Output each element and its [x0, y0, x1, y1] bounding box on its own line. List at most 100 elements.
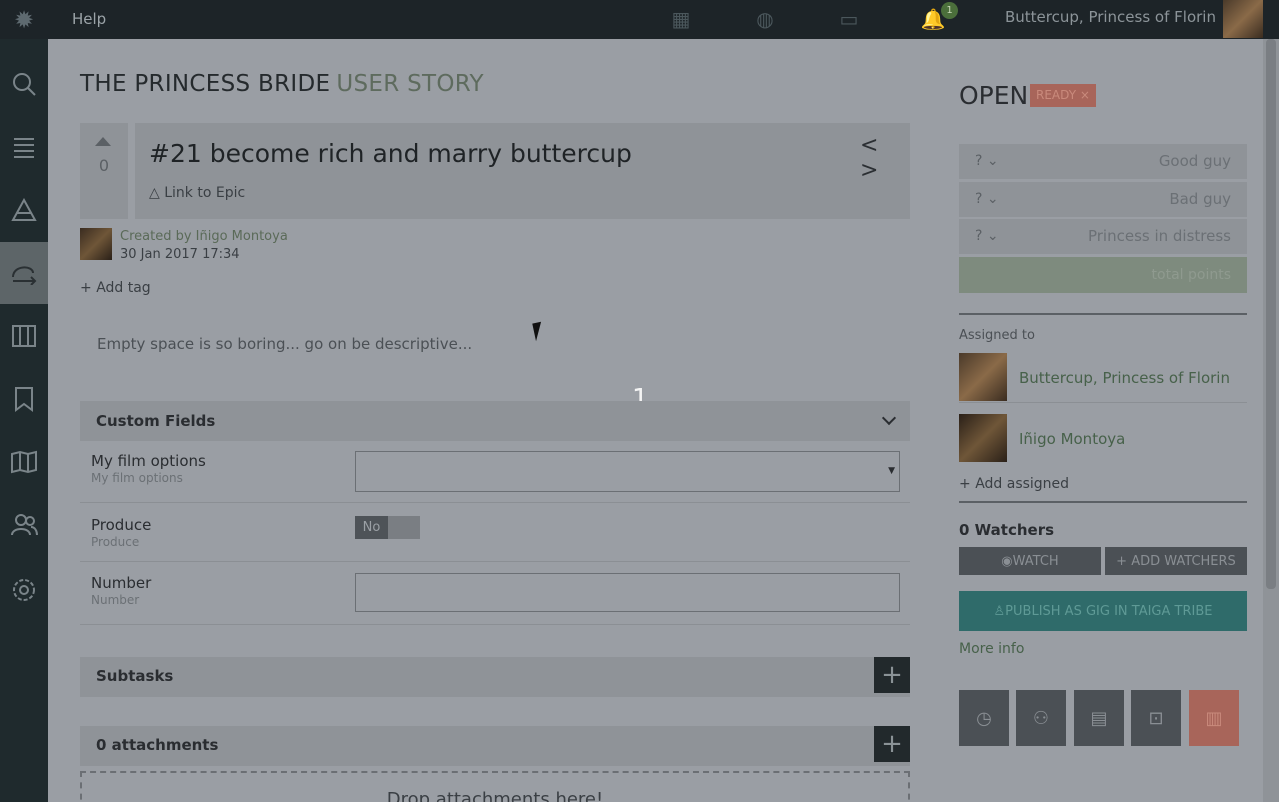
divider [959, 501, 1247, 503]
ready-badge[interactable]: READY × [1030, 84, 1096, 107]
clipboard-icon[interactable]: ▤ [1074, 690, 1124, 746]
prev-next-arrows[interactable]: < > [860, 133, 910, 183]
trash-icon[interactable]: ▥ [1189, 690, 1239, 746]
backlog-icon[interactable] [0, 116, 48, 178]
custom-field-produce: Produce Produce No [80, 503, 910, 562]
custom-field-sublabel: Produce [91, 535, 140, 549]
close-icon[interactable]: × [1080, 88, 1090, 102]
role-points-value: ? ⌄ [975, 191, 999, 207]
status-label[interactable]: OPEN [959, 81, 1028, 110]
subtasks-section: Subtasks + [80, 657, 910, 697]
attachments-section: 0 attachments + [80, 726, 910, 766]
add-assigned-button[interactable]: + Add assigned [959, 476, 1069, 492]
scrollbar[interactable] [1263, 39, 1279, 802]
globe-icon[interactable]: ◍ [752, 6, 778, 32]
project-name[interactable]: THE PRINCESS BRIDE [80, 71, 330, 97]
role-points-princess[interactable]: ? ⌄ Princess in distress [959, 219, 1247, 254]
settings-gear-icon[interactable] [0, 559, 48, 621]
assignee-item[interactable]: Iñigo Montoya [959, 414, 1247, 464]
kanban-icon[interactable] [0, 305, 48, 367]
attachments-title: 0 attachments [96, 736, 219, 754]
sprints-icon[interactable] [0, 242, 48, 304]
creator-avatar [80, 228, 112, 260]
add-attachment-button[interactable]: + [874, 726, 910, 762]
issues-bookmark-icon[interactable] [0, 368, 48, 430]
ready-badge-label: READY [1036, 88, 1077, 102]
publish-label: PUBLISH AS GIG IN TAIGA TRIBE [1005, 603, 1213, 619]
assign-to-me-icon[interactable]: ⚇ [1016, 690, 1066, 746]
link-to-epic-label: Link to Epic [164, 185, 246, 201]
role-name: Bad guy [1169, 190, 1231, 208]
wiki-book-icon[interactable] [0, 431, 48, 493]
taiga-logo-icon[interactable]: ✹ [0, 0, 48, 39]
lock-icon[interactable]: ⊡ [1131, 690, 1181, 746]
help-link[interactable]: Help [72, 10, 106, 28]
top-bar: ✹ Help ▦ ◍ ▭ 🔔 1 Buttercup, Princess of … [0, 0, 1279, 39]
link-to-epic[interactable]: △ Link to Epic [149, 185, 245, 201]
user-name[interactable]: Buttercup, Princess of Florin [1005, 8, 1216, 26]
description-placeholder[interactable]: Empty space is so boring... go on be des… [97, 335, 472, 353]
team-icon[interactable] [0, 494, 48, 556]
scrollbar-thumb[interactable] [1266, 39, 1276, 589]
chevron-down-icon[interactable] [881, 410, 897, 426]
custom-field-film-options: My film options My film options ▼ [80, 441, 910, 503]
role-name: Princess in distress [1087, 227, 1231, 245]
created-by[interactable]: Created by Iñigo Montoya [120, 229, 288, 244]
epic-triangle-icon: △ [149, 185, 165, 201]
main-content: THE PRINCESS BRIDE USER STORY 0 #21 becom… [48, 39, 1263, 802]
eye-icon: ◉ [1001, 553, 1013, 569]
assignee-item[interactable]: Buttercup, Princess of Florin [959, 353, 1247, 403]
title-box: #21 become rich and marry buttercup < > … [135, 123, 910, 219]
story-header: 0 #21 become rich and marry buttercup < … [80, 123, 910, 219]
publish-tribe-button[interactable]: ♙ PUBLISH AS GIG IN TAIGA TRIBE [959, 591, 1247, 631]
more-info-link[interactable]: More info [959, 641, 1024, 657]
total-points: total points [959, 257, 1247, 293]
role-points-value: ? ⌄ [975, 228, 999, 244]
film-options-select[interactable]: ▼ [355, 451, 900, 492]
user-avatar[interactable] [1223, 0, 1263, 38]
upvote-arrow-icon[interactable] [95, 137, 111, 146]
custom-fields-header[interactable]: Custom Fields [80, 401, 910, 441]
item-kind: USER STORY [336, 71, 484, 97]
add-assigned-label: Add assigned [975, 476, 1070, 492]
toggle-value: No [355, 516, 388, 539]
role-points-bad-guy[interactable]: ? ⌄ Bad guy [959, 182, 1247, 217]
assigned-to-label: Assigned to [959, 328, 1035, 343]
dropzone-text: Drop attachments here! [386, 789, 604, 802]
custom-fields-title: Custom Fields [96, 412, 216, 430]
number-input[interactable] [355, 573, 900, 612]
add-tag-label: Add tag [96, 280, 151, 296]
epics-icon[interactable] [0, 179, 48, 241]
plus-icon: + [80, 280, 97, 296]
search-icon[interactable] [0, 53, 48, 115]
add-subtask-button[interactable]: + [874, 657, 910, 693]
role-points-good-guy[interactable]: ? ⌄ Good guy [959, 144, 1247, 179]
avatar [959, 414, 1007, 462]
notification-badge: 1 [941, 2, 958, 19]
add-tag-button[interactable]: + Add tag [80, 280, 151, 296]
assignee-name: Buttercup, Princess of Florin [1019, 369, 1230, 387]
watch-button[interactable]: ◉ WATCH [959, 547, 1101, 575]
apps-grid-icon[interactable]: ▦ [668, 6, 694, 32]
clock-icon[interactable]: ◷ [959, 690, 1009, 746]
vote-box: 0 [80, 123, 128, 219]
role-points-value: ? ⌄ [975, 153, 999, 169]
select-caret-icon: ▼ [888, 466, 895, 476]
attachments-dropzone[interactable]: Drop attachments here! [80, 771, 910, 802]
sidebar [0, 39, 48, 802]
custom-field-sublabel: Number [91, 593, 140, 607]
watchers-title: 0 Watchers [959, 521, 1055, 539]
vote-count: 0 [98, 156, 110, 175]
story-title[interactable]: #21 become rich and marry buttercup [149, 139, 632, 168]
tribe-icon: ♙ [993, 603, 1006, 619]
add-watchers-button[interactable]: + ADD WATCHERS [1105, 547, 1247, 575]
produce-toggle[interactable]: No [355, 516, 420, 539]
custom-field-label: My film options [91, 452, 206, 470]
custom-field-label: Number [91, 574, 152, 592]
avatar [959, 353, 1007, 401]
total-points-label: total points [1151, 267, 1231, 283]
subtasks-title: Subtasks [96, 667, 174, 685]
assignee-name: Iñigo Montoya [1019, 430, 1126, 448]
film-icon[interactable]: ▭ [836, 6, 862, 32]
watch-label: WATCH [1012, 553, 1059, 569]
